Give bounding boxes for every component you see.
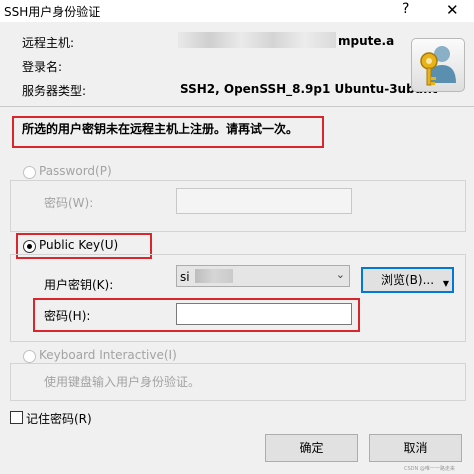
browse-button-label: 浏览(B)... [380, 273, 435, 287]
passphrase-label: 密码(H): [44, 309, 91, 323]
browse-button[interactable]: 浏览(B)... ▼ [361, 267, 454, 293]
ok-button[interactable]: 确定 [265, 434, 358, 462]
password-field-label: 密码(W): [44, 196, 94, 210]
user-key-redacted [195, 269, 233, 283]
keyboard-interactive-description: 使用键盘输入用户身份验证。 [44, 375, 201, 389]
user-key-label: 用户密钥(K): [44, 278, 114, 292]
window-title: SSH用户身份验证 [4, 5, 101, 19]
remember-password-label: 记住密码(R) [26, 412, 92, 426]
remote-host-label: 远程主机: [22, 36, 75, 50]
user-key-value: si [180, 270, 190, 284]
remember-password-checkbox[interactable] [10, 411, 23, 424]
keyboard-interactive-label: Keyboard Interactive(I) [39, 348, 177, 362]
server-type-value: SSH2, OpenSSH_8.9p1 Ubuntu-3ubunt [180, 82, 438, 96]
title-bar: SSH用户身份验证 ? ✕ [0, 0, 474, 22]
public-key-radio[interactable] [23, 240, 36, 253]
password-option-label: Password(P) [39, 164, 112, 178]
chevron-down-icon: ⌄ [335, 268, 345, 281]
remote-host-value: mpute.a [338, 34, 395, 48]
password-field[interactable] [176, 188, 352, 214]
public-key-option-label: Public Key(U) [39, 238, 119, 252]
passphrase-field[interactable] [176, 303, 352, 325]
key-user-icon [411, 38, 465, 92]
help-button[interactable]: ? [402, 1, 409, 17]
header-divider [0, 106, 474, 107]
close-button[interactable]: ✕ [446, 1, 459, 19]
server-type-label: 服务器类型: [22, 84, 87, 98]
password-radio[interactable] [23, 166, 36, 179]
remote-host-redacted [178, 32, 336, 48]
cancel-button[interactable]: 取消 [369, 434, 462, 462]
error-message: 所选的用户密钥未在远程主机上注册。请再试一次。 [22, 122, 299, 136]
keyboard-interactive-radio[interactable] [23, 350, 36, 363]
user-key-select[interactable]: si ⌄ [176, 265, 350, 287]
watermark: CSDN @唯一一路走来 [404, 466, 455, 472]
dropdown-arrow-icon: ▼ [442, 279, 449, 288]
login-name-label: 登录名: [22, 60, 63, 74]
